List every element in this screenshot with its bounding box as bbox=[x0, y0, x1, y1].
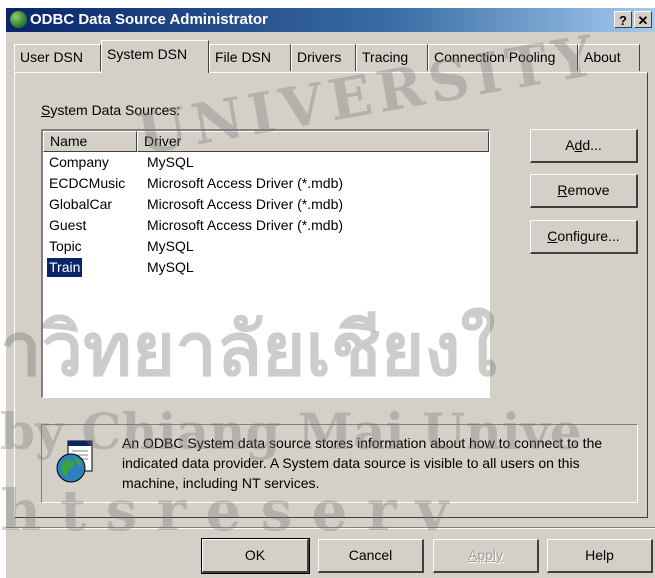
tab-user-dsn[interactable]: User DSN bbox=[14, 44, 101, 71]
configure-button[interactable]: Configure... bbox=[530, 220, 638, 254]
bottom-divider bbox=[6, 527, 655, 529]
window-title: ODBC Data Source Administrator bbox=[30, 11, 268, 28]
title-bar[interactable]: ODBC Data Source Administrator ? ✕ bbox=[6, 8, 655, 32]
dsn-name-selected: Train bbox=[45, 257, 84, 278]
add-button[interactable]: Add... bbox=[530, 129, 638, 163]
help-title-button[interactable]: ? bbox=[614, 11, 632, 28]
tab-file-dsn[interactable]: File DSN bbox=[209, 44, 291, 71]
dsn-driver: MySQL bbox=[147, 154, 194, 170]
list-row-guest[interactable]: Guest Microsoft Access Driver (*.mdb) bbox=[43, 215, 483, 236]
tab-tracing[interactable]: Tracing bbox=[356, 44, 428, 71]
dsn-name: Company bbox=[49, 154, 109, 170]
dsn-name: GlobalCar bbox=[49, 196, 113, 212]
list-row-company[interactable]: Company MySQL bbox=[43, 152, 483, 173]
system-data-sources-label: System Data Sources: bbox=[41, 102, 181, 118]
apply-button[interactable]: Apply bbox=[433, 539, 539, 573]
tab-connection-pooling[interactable]: Connection Pooling bbox=[428, 44, 578, 71]
dsn-name: Topic bbox=[49, 238, 82, 254]
help-button[interactable]: Help bbox=[547, 539, 653, 573]
tab-about[interactable]: About bbox=[578, 44, 640, 71]
column-header-driver[interactable]: Driver bbox=[137, 131, 489, 152]
tab-system-dsn[interactable]: System DSN bbox=[101, 40, 209, 73]
dsn-driver: MySQL bbox=[147, 259, 194, 275]
list-row-globalcar[interactable]: GlobalCar Microsoft Access Driver (*.mdb… bbox=[43, 194, 483, 215]
column-header-name[interactable]: Name bbox=[43, 131, 137, 152]
list-row-train-selected[interactable]: Train MySQL bbox=[43, 257, 483, 278]
close-title-button[interactable]: ✕ bbox=[634, 11, 652, 28]
list-row-ecdcmusic[interactable]: ECDCMusic Microsoft Access Driver (*.mdb… bbox=[43, 173, 483, 194]
system-data-sources-list[interactable]: Name Driver Company MySQL ECDCMusic Micr… bbox=[41, 129, 490, 398]
info-text: An ODBC System data source stores inform… bbox=[122, 435, 603, 491]
dsn-driver: Microsoft Access Driver (*.mdb) bbox=[147, 217, 344, 233]
dsn-driver: Microsoft Access Driver (*.mdb) bbox=[147, 175, 344, 191]
remove-button[interactable]: Remove bbox=[530, 174, 638, 208]
dsn-driver: Microsoft Access Driver (*.mdb) bbox=[147, 196, 344, 212]
globe-database-icon bbox=[56, 440, 93, 483]
ok-button[interactable]: OK bbox=[201, 538, 310, 574]
list-row-topic[interactable]: Topic MySQL bbox=[43, 236, 483, 257]
odbc-globe-icon bbox=[10, 11, 27, 28]
dsn-name: ECDCMusic bbox=[49, 175, 126, 191]
dsn-driver: MySQL bbox=[147, 238, 194, 254]
tab-drivers[interactable]: Drivers bbox=[291, 44, 356, 71]
cancel-button[interactable]: Cancel bbox=[318, 539, 424, 573]
dsn-name: Guest bbox=[49, 217, 87, 233]
info-box: An ODBC System data source stores inform… bbox=[41, 424, 638, 503]
